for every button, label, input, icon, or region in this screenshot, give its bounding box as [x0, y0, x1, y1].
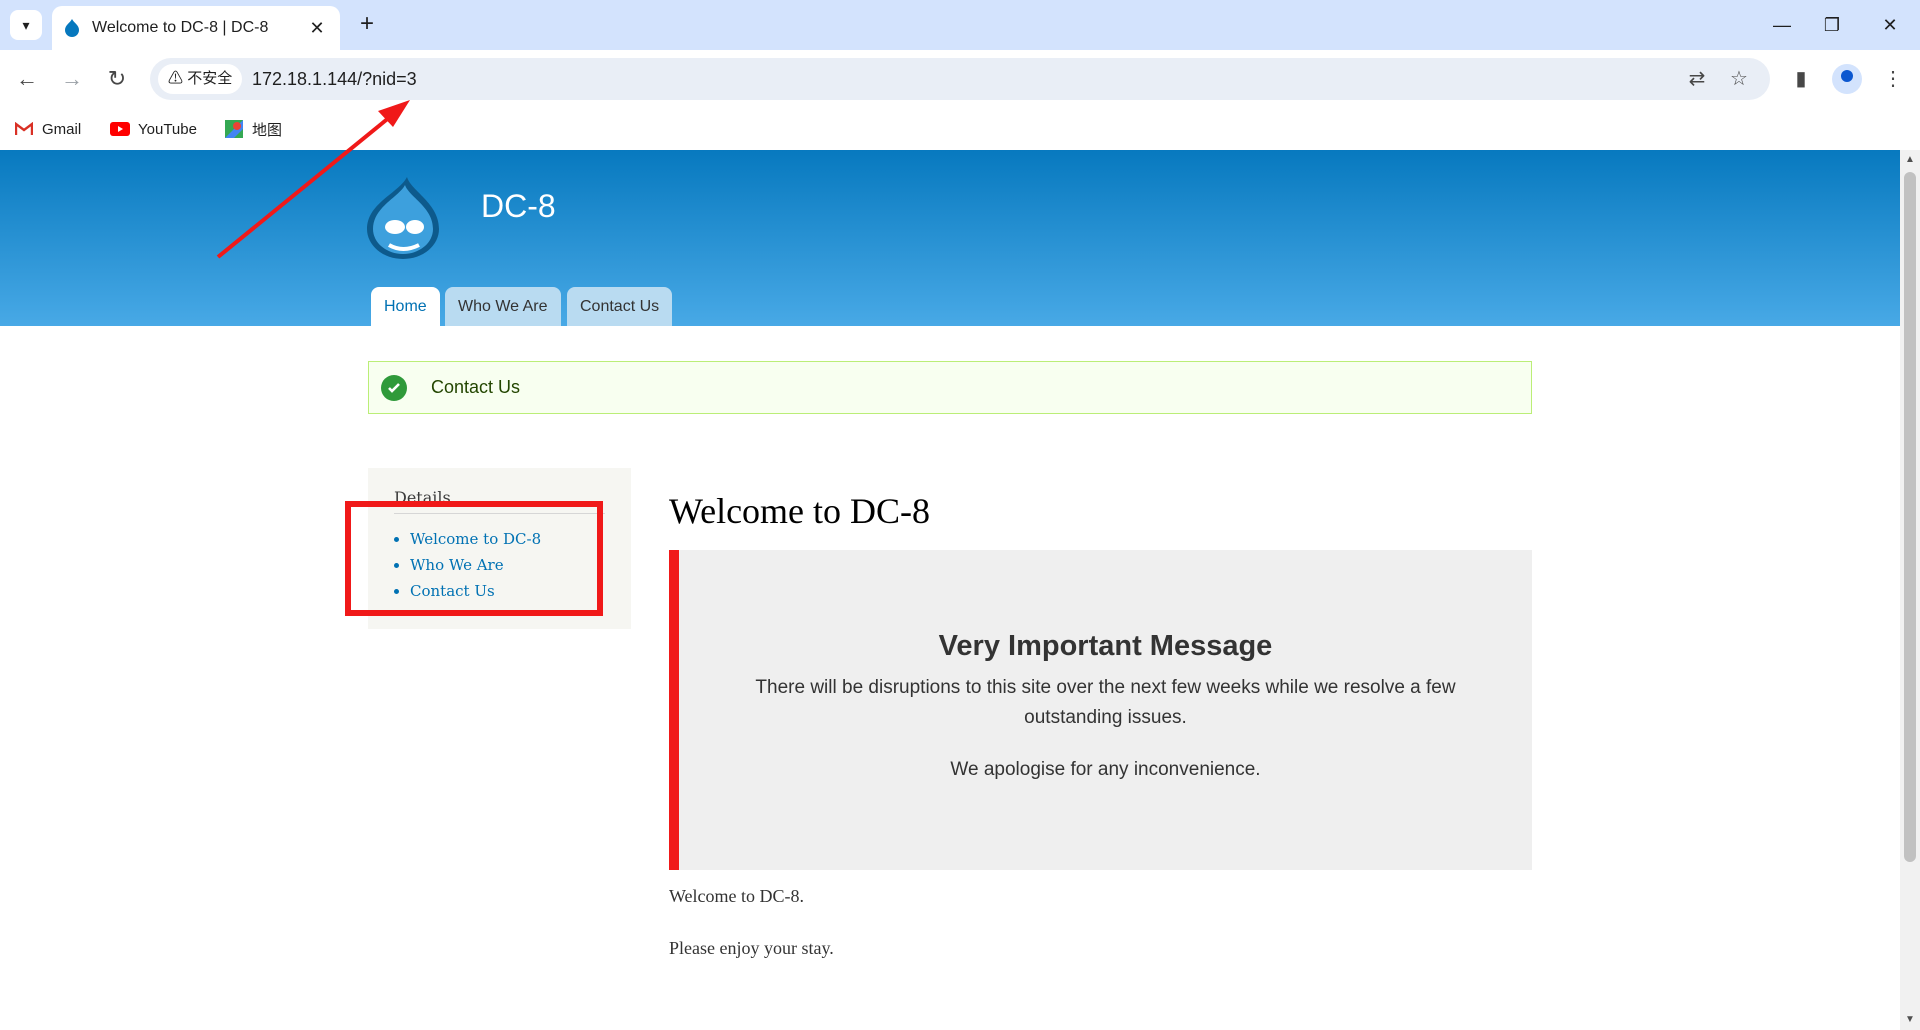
gmail-icon	[14, 121, 34, 137]
nav-tab-who-we-are[interactable]: Who We Are	[445, 287, 561, 326]
browser-tabstrip: ▾ Welcome to DC-8 | DC-8 ✕ + — ❐ ✕	[0, 0, 1920, 50]
status-message-text: Contact Us	[431, 377, 521, 397]
window-close-icon[interactable]: ✕	[1870, 10, 1910, 40]
security-chip[interactable]: ⚠ 不安全	[158, 64, 243, 94]
page-title: Welcome to DC-8	[669, 491, 931, 531]
scroll-down-icon[interactable]: ▼	[1905, 1014, 1915, 1025]
new-tab-button[interactable]: +	[352, 10, 382, 40]
address-bar[interactable]: ⚠ 不安全 172.18.1.144/?nid=3 ⇄ ☆	[150, 58, 1770, 100]
reload-icon[interactable]: ↻	[100, 62, 134, 96]
bookmark-label: Gmail	[42, 120, 82, 138]
main-content: Welcome to DC-8 Very Important Message T…	[669, 490, 1532, 958]
browser-tab[interactable]: Welcome to DC-8 | DC-8 ✕	[52, 6, 340, 50]
back-arrow-icon[interactable]: ←	[10, 62, 44, 96]
notice-text: There will be disruptions to this site o…	[755, 677, 1456, 728]
side-panel-icon[interactable]: ▮	[1784, 62, 1818, 96]
bookmark-youtube[interactable]: YouTube	[110, 118, 197, 140]
enjoy-paragraph: Please enjoy your stay.	[669, 938, 834, 958]
tab-search-button[interactable]: ▾	[10, 10, 42, 40]
restore-icon[interactable]: ❐	[1812, 10, 1852, 40]
sidebar-details-block: Details Welcome to DC-8 Who We Are Conta…	[368, 468, 631, 629]
notice-apology: We apologise for any inconvenience.	[950, 759, 1261, 780]
url-text[interactable]: 172.18.1.144/?nid=3	[252, 58, 417, 100]
bookmark-label: 地图	[252, 121, 283, 139]
welcome-paragraph: Welcome to DC-8.	[669, 886, 805, 906]
tab-title: Welcome to DC-8 | DC-8	[92, 19, 269, 36]
bookmark-label: YouTube	[138, 120, 197, 138]
profile-avatar-icon[interactable]	[1832, 64, 1862, 94]
bookmark-gmail[interactable]: Gmail	[14, 118, 81, 140]
page-scrollbar[interactable]: ▲ ▼	[1900, 150, 1920, 1030]
scrollbar-thumb[interactable]	[1904, 172, 1916, 862]
minimize-icon[interactable]: —	[1762, 10, 1802, 40]
forward-arrow-icon[interactable]: →	[55, 62, 89, 96]
sidebar-title: Details	[394, 488, 605, 514]
browser-toolbar: ← → ↻ ⚠ 不安全 172.18.1.144/?nid=3 ⇄ ☆ ▮ ⋮	[0, 50, 1920, 108]
drupal-logo-icon[interactable]	[365, 175, 441, 261]
maps-icon	[224, 120, 244, 138]
notice-title: Very Important Message	[938, 630, 1273, 662]
page-viewport: DC-8 Home Who We Are Contact Us Contact …	[0, 150, 1900, 1030]
important-notice: Very Important Message There will be dis…	[669, 550, 1532, 870]
bookmark-maps[interactable]: 地图	[224, 118, 282, 140]
translate-icon[interactable]: ⇄	[1682, 64, 1712, 94]
menu-kebab-icon[interactable]: ⋮	[1876, 62, 1910, 96]
youtube-icon	[110, 121, 130, 137]
site-header: DC-8 Home Who We Are Contact Us	[0, 150, 1900, 326]
sidebar-link-welcome[interactable]: Welcome to DC-8	[410, 526, 605, 552]
sidebar-link-contact-us[interactable]: Contact Us	[410, 578, 605, 604]
drupal-favicon-icon	[65, 19, 79, 37]
site-name[interactable]: DC-8	[481, 188, 556, 225]
nav-tab-contact-us[interactable]: Contact Us	[567, 287, 673, 326]
security-label: 不安全	[187, 70, 233, 87]
bookmark-star-icon[interactable]: ☆	[1724, 64, 1754, 94]
sidebar-links: Welcome to DC-8 Who We Are Contact Us	[394, 526, 605, 604]
chevron-down-icon: ▾	[22, 16, 30, 33]
nav-tab-home[interactable]: Home	[371, 287, 440, 326]
bookmarks-bar: Gmail YouTube 地图	[0, 108, 1920, 150]
status-message-box: Contact Us	[368, 361, 1532, 414]
close-tab-icon[interactable]: ✕	[306, 18, 328, 39]
sidebar-link-who-we-are[interactable]: Who We Are	[410, 552, 605, 578]
checkmark-icon	[381, 374, 407, 401]
scroll-up-icon[interactable]: ▲	[1905, 154, 1915, 165]
warning-triangle-icon: ⚠	[168, 70, 184, 87]
